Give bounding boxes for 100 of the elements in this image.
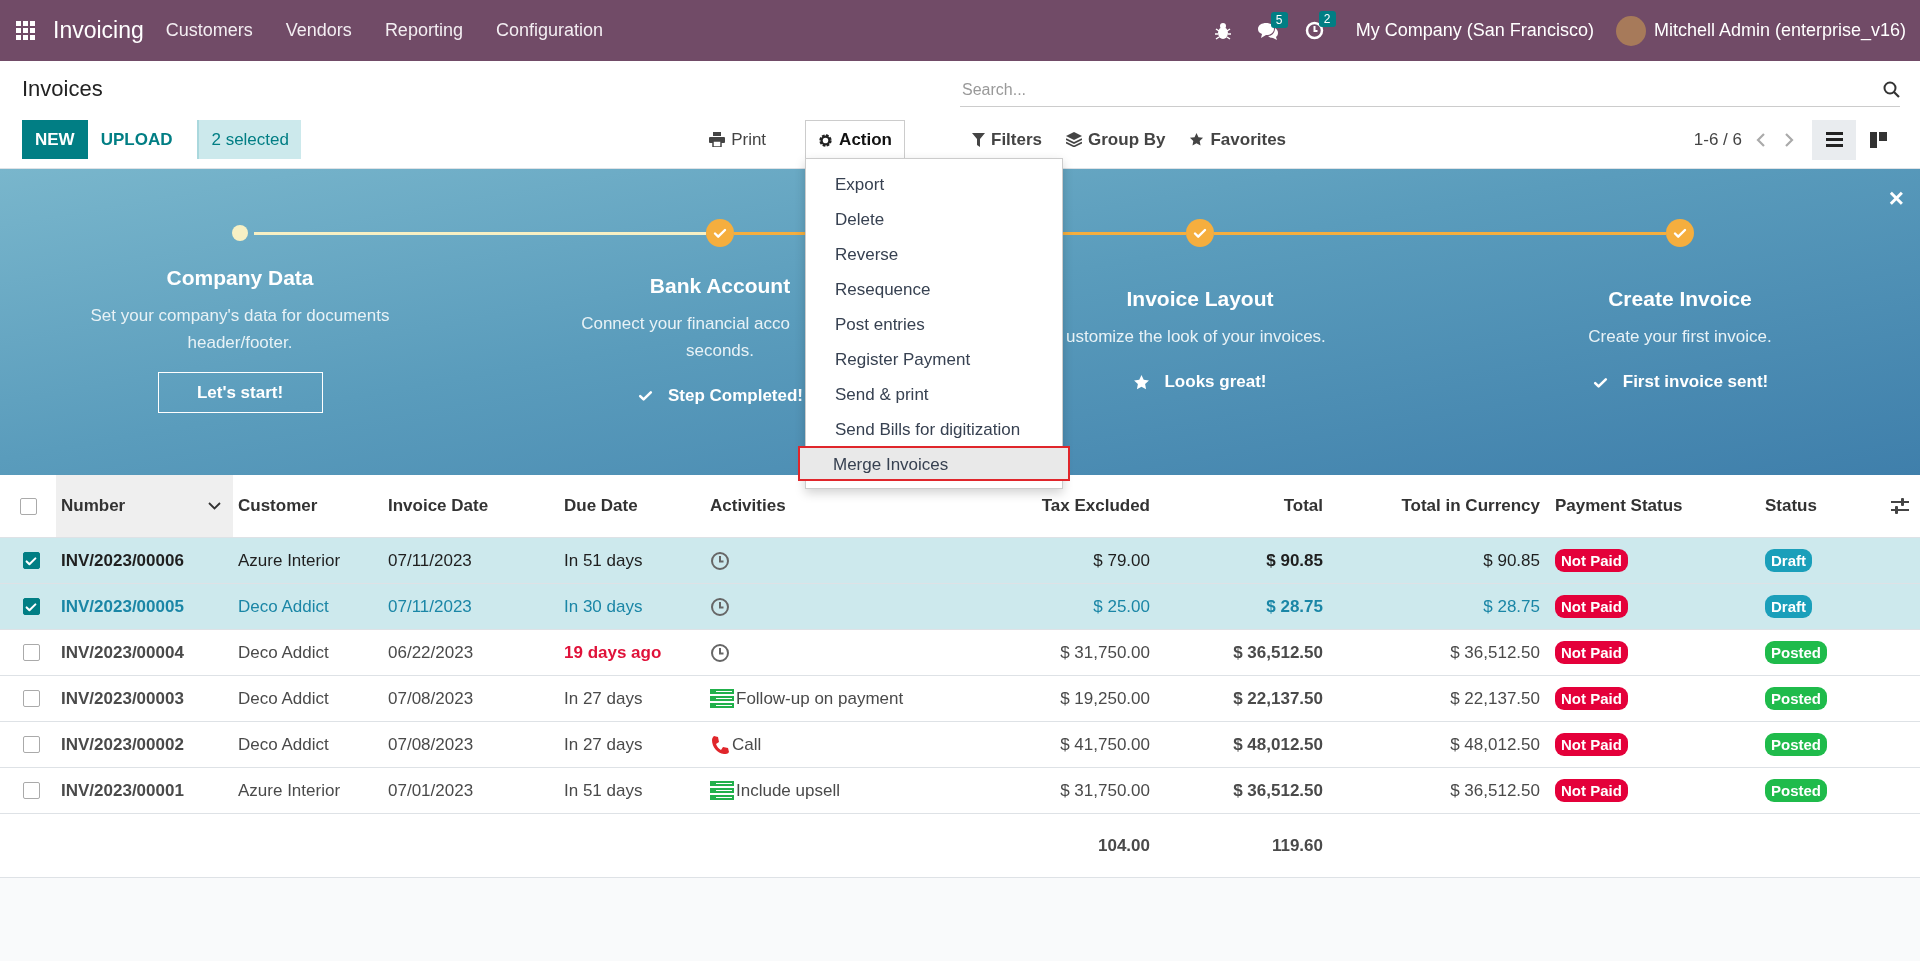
step-description: ustomize the look of your invoices. [1066,326,1326,348]
menu-item[interactable]: Reporting [384,20,463,41]
table-cell-text: 07/11/2023 [387,596,473,617]
table-cell-text: $ 31,750.00 [1059,642,1151,663]
menu-item[interactable]: Post entries [806,306,1062,341]
activity-summary: Call [732,734,762,755]
step-status: Looks great! [1164,372,1267,392]
checkbox[interactable] [22,644,40,661]
activity-summary: Include upsell [736,780,840,801]
table-row[interactable]: INV/2023/00006 Azure Interior 07/11/2023 In 51 days $ 79.00 $ 90.85 $ 90.85 Not Paid Draft [0,538,1920,584]
table-cell-text: $ 25.00 [1092,596,1151,617]
message-count-badge: 5 [1270,11,1288,28]
checkbox[interactable] [22,736,40,753]
table-cell-text: INV/2023/00006 [60,550,185,571]
group-by-button[interactable]: Group By [1066,129,1166,150]
checkbox[interactable] [22,552,40,569]
table-cell-text: $ 22,137.50 [1449,688,1541,709]
payment-status-badge: Not Paid [1555,594,1628,618]
menu-item[interactable]: Send Bills for digitization [806,411,1062,446]
checkbox[interactable] [20,497,37,515]
table-cell-text: $ 36,512.50 [1449,780,1541,801]
upload-button[interactable]: UPLOAD [87,120,186,159]
table-cell-text: 19 days ago [563,642,663,663]
company-switcher[interactable]: My Company (San Francisco) [1355,20,1594,41]
table-cell-text: In 51 days [563,550,644,571]
column-header[interactable]: Invoice Date [383,475,559,537]
menu-item[interactable]: Merge Invoices [798,446,1070,481]
total-cell-text: 104.00 [1097,835,1151,856]
step-title: Bank Account [649,273,791,298]
column-settings-icon[interactable] [1891,498,1909,514]
pager-value[interactable]: 1-6 / 6 [1693,129,1742,150]
table-cell-text: In 27 days [563,688,644,709]
table-cell-text: $ 90.85 [1265,550,1324,571]
payment-status-badge: Not Paid [1555,732,1628,756]
list-view-button[interactable] [1812,119,1856,160]
table-cell-text: Deco Addict [237,734,330,755]
table-cell-text: In 30 days [563,596,644,617]
sort-caret-icon[interactable] [208,502,221,510]
menu-item[interactable]: Configuration [495,20,603,41]
table-row[interactable]: INV/2023/00004 Deco Addict 06/22/2023 19 days ago $ 31,750.00 $ 36,512.50 $ 36,512.50 Not Paid Posted [0,630,1920,676]
menu-item[interactable]: Export [806,166,1062,201]
menu-item[interactable]: Reverse [806,236,1062,271]
checkbox[interactable] [22,782,40,799]
menu-item[interactable]: Vendors [285,20,352,41]
table-row[interactable]: INV/2023/00003 Deco Addict 07/08/2023 In 27 days Follow-up on payment $ 19,250.00 $ 22,137.50 $ 22,137.50 Not Paid Posted [0,676,1920,722]
table-row[interactable]: INV/2023/00001 Azure Interior 07/01/2023 In 51 days Include upsell $ 31,750.00 $ 36,512.50 $ 36,512.50 Not Paid Posted [0,768,1920,814]
table-cell-text: Azure Interior [237,550,342,571]
filter-icon [972,132,985,147]
payment-status-badge: Not Paid [1555,548,1628,572]
status-badge: Posted [1765,686,1827,710]
favorites-button[interactable]: Favorites [1189,129,1287,150]
table-cell-text: $ 36,512.50 [1232,642,1324,663]
settings-icon [818,132,834,148]
print-button[interactable]: Print [696,120,780,159]
app-name[interactable]: Invoicing [53,17,144,44]
step-title: Invoice Layout [1126,287,1274,311]
status-badge: Posted [1765,732,1827,756]
column-header[interactable]: Customer [233,475,383,537]
list-icon[interactable] [710,780,734,801]
table-cell-text: 07/01/2023 [387,780,475,801]
table-cell-text: In 27 days [563,734,644,755]
table-cell-text: INV/2023/00003 [60,688,185,709]
payment-status-badge: Not Paid [1555,640,1628,664]
column-header[interactable]: Payment Status [1550,475,1760,537]
checkbox[interactable] [22,598,40,615]
bug-icon[interactable] [1214,21,1231,40]
table-cell-text: $ 19,250.00 [1059,688,1151,709]
step-description: Connect your financial acco [581,312,790,335]
status-badge: Draft [1765,594,1812,618]
column-header[interactable]: Status [1760,475,1880,537]
list-icon[interactable] [710,688,734,709]
apps-menu-icon[interactable] [16,21,35,40]
column-header[interactable]: Total in Currency [1333,475,1550,537]
table-cell-text: $ 22,137.50 [1232,688,1324,709]
table-cell-text: Deco Addict [237,642,330,663]
clock-icon[interactable] [710,550,730,571]
column-header[interactable]: Due Date [559,475,705,537]
status-badge: Posted [1765,778,1827,802]
search-icon[interactable] [1883,81,1900,98]
menu-item[interactable]: Customers [165,20,253,41]
clock-icon[interactable] [710,642,730,663]
menu-item[interactable]: Register Payment [806,341,1062,376]
menu-item[interactable]: Delete [806,201,1062,236]
new-button[interactable]: NEW [22,120,88,159]
phone-icon[interactable] [710,734,730,755]
table-row[interactable]: INV/2023/00005 Deco Addict 07/11/2023 In 30 days $ 25.00 $ 28.75 $ 28.75 Not Paid Draft [0,584,1920,630]
checkbox[interactable] [22,690,40,707]
table-cell-text: Deco Addict [237,596,330,617]
search-field[interactable]: Search... [960,79,1883,100]
action-button[interactable]: Action [805,120,905,160]
menu-item[interactable]: Send & print [806,376,1062,411]
column-header[interactable]: Number [56,475,233,537]
menu-item[interactable]: Resequence [806,271,1062,306]
clock-icon[interactable] [710,596,730,617]
table-row[interactable]: INV/2023/00002 Deco Addict 07/08/2023 In 27 days Call $ 41,750.00 $ 48,012.50 $ 48,012.50 Not Paid Posted [0,722,1920,768]
star-icon [1133,373,1151,391]
table-cell-text: 07/08/2023 [387,734,475,755]
user-name[interactable]: Mitchell Admin (enterprise_v16) [1653,20,1906,41]
filters-button[interactable]: Filters [972,129,1043,150]
column-header[interactable]: Total [1160,475,1333,537]
